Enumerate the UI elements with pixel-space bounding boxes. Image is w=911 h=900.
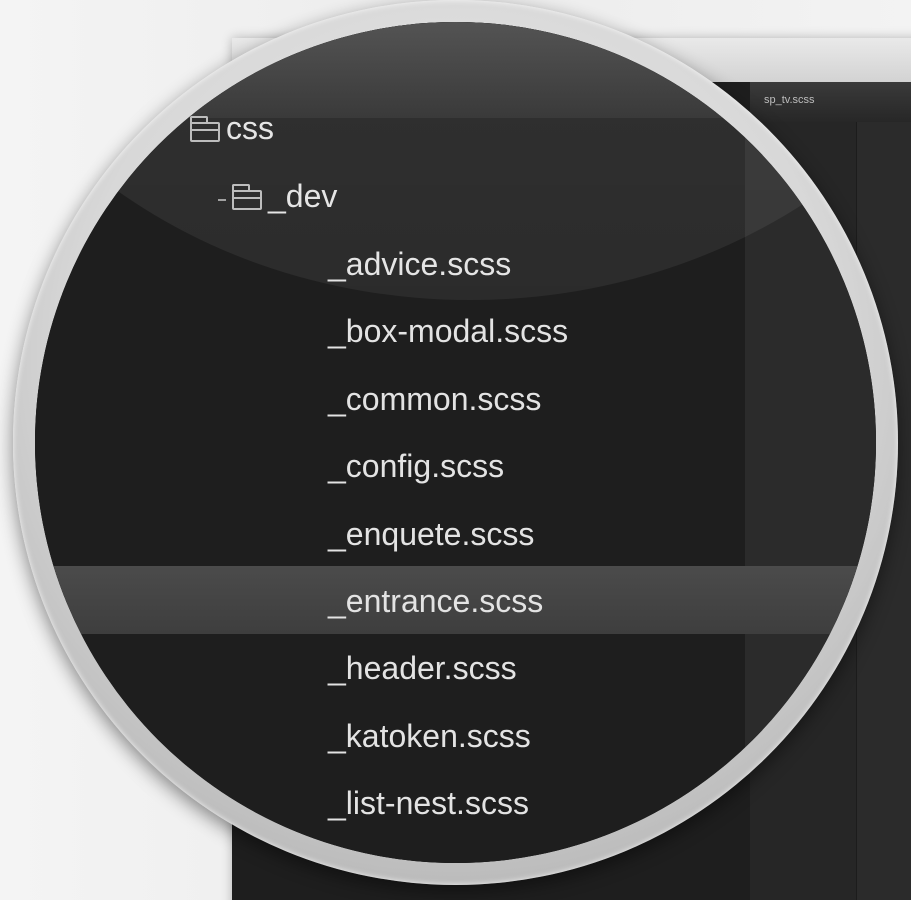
code-line[interactable]: //	[870, 128, 876, 158]
tree-file-enquete[interactable]: _enquete.scss	[328, 516, 534, 553]
magnifier-lens: sp_tv.scss css _dev _advice.scss _box-mo…	[35, 22, 876, 863]
line-number: 18	[806, 796, 838, 826]
tree-folder-css[interactable]: css	[226, 110, 274, 147]
tree-folder-dev[interactable]: _dev	[268, 178, 337, 215]
line-number: 1	[822, 128, 838, 158]
tree-file-katoken[interactable]: _katoken.scss	[328, 718, 531, 755]
tree-file-header[interactable]: _header.scss	[328, 650, 517, 687]
tree-file-advice[interactable]: _advice.scss	[328, 246, 511, 283]
code-line[interactable]: //	[870, 200, 876, 230]
folder-icon	[190, 116, 220, 142]
line-number: 6	[822, 718, 838, 748]
tree-file-box-modal[interactable]: _box-modal.scss	[328, 313, 568, 350]
tree-file-list[interactable]: _list.scss	[328, 852, 458, 863]
tree-connector	[218, 199, 226, 201]
tree-file-list-nest[interactable]: _list-nest.scss	[328, 785, 529, 822]
tab-sp-tv-scss-magnified[interactable]: sp_tv.scss	[762, 92, 813, 104]
line-number: 19	[806, 834, 838, 863]
tree-file-common[interactable]: _common.scss	[328, 381, 541, 418]
tree-file-config[interactable]: _config.scss	[328, 448, 504, 485]
line-number: 17	[806, 758, 838, 788]
code-line[interactable]: .e	[860, 245, 876, 275]
code-line[interactable]: //	[870, 164, 876, 194]
magnified-view: sp_tv.scss css _dev _advice.scss _box-mo…	[35, 22, 876, 863]
file-tree-header-band	[35, 22, 745, 118]
tree-file-entrance[interactable]: _entrance.scss	[328, 583, 543, 620]
line-number: 2	[822, 164, 838, 194]
folder-icon	[232, 184, 262, 210]
